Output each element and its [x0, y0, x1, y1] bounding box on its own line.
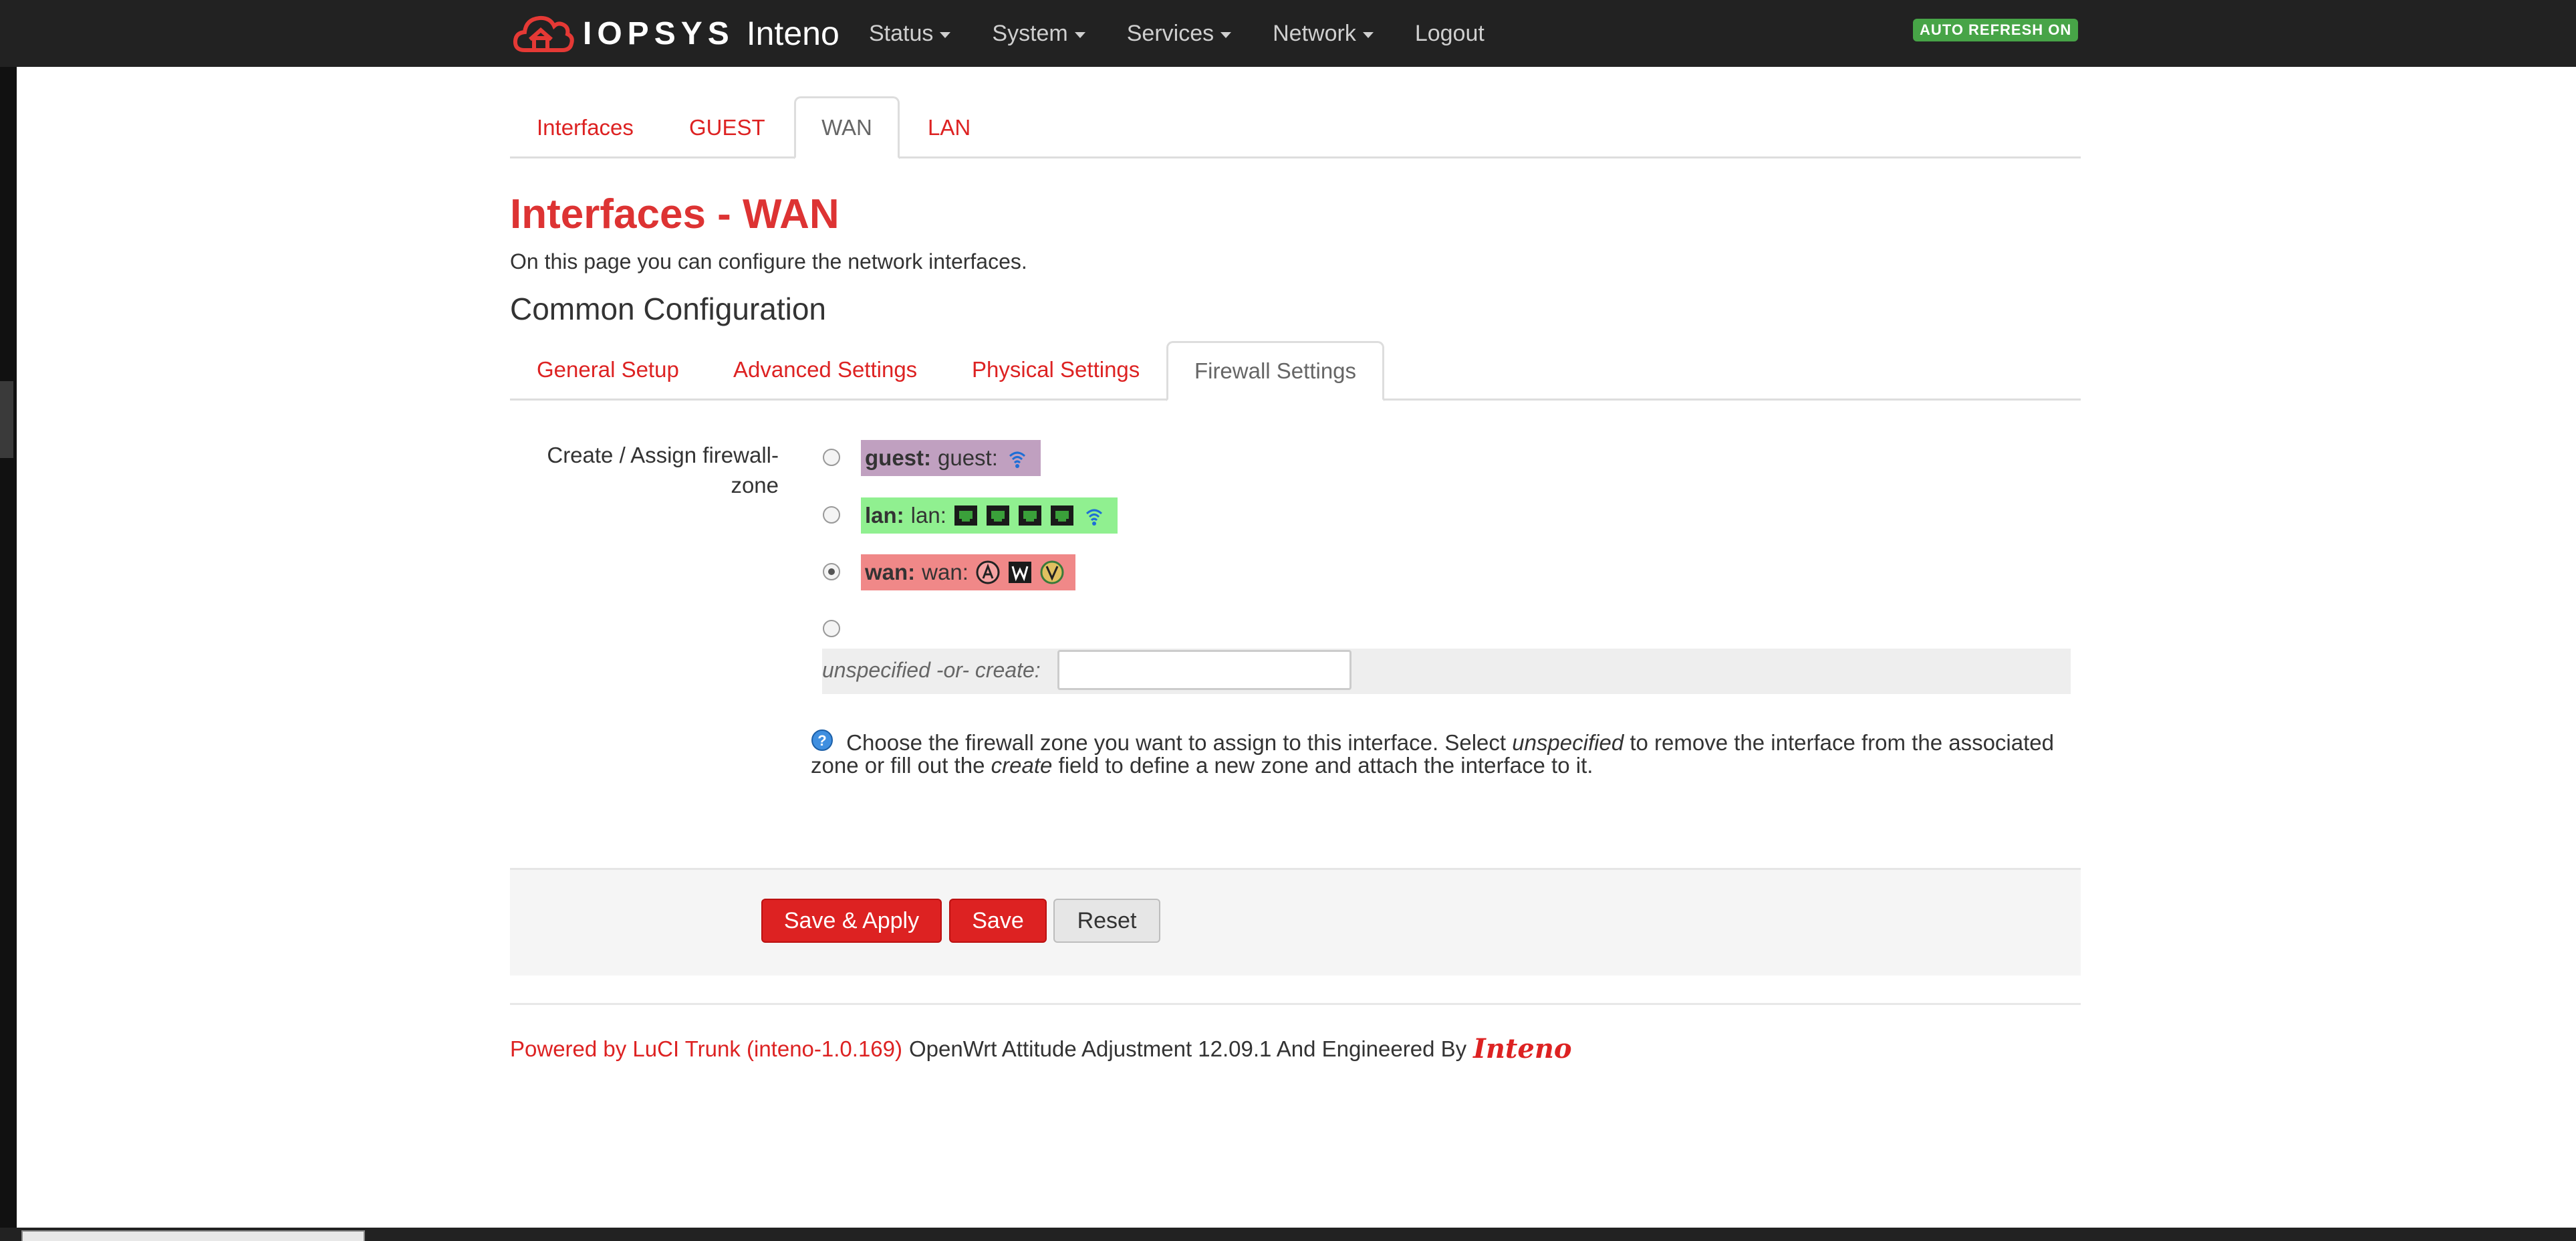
- svg-text:?: ?: [817, 732, 826, 749]
- tab-physical-settings[interactable]: Physical Settings: [972, 357, 1140, 382]
- top-navbar: IOPSYS Inteno Status System Services Net…: [0, 0, 2576, 67]
- help-text-em: unspecified: [1512, 730, 1624, 755]
- zone-name: guest:: [865, 445, 931, 470]
- tab-advanced-settings[interactable]: Advanced Settings: [733, 357, 917, 382]
- ethernet-port-icon: [954, 505, 977, 526]
- page-description: On this page you can configure the netwo…: [510, 249, 1027, 273]
- zone-radio-guest[interactable]: [823, 449, 840, 466]
- adsl-icon: [976, 560, 1000, 584]
- save-button[interactable]: Save: [949, 899, 1047, 943]
- luci-link[interactable]: Powered by LuCI Trunk (inteno-1.0.169): [510, 1036, 902, 1062]
- zone-name: wan:: [865, 560, 916, 584]
- reset-button[interactable]: Reset: [1053, 899, 1160, 943]
- help-text-em: create: [991, 753, 1053, 778]
- nav-status[interactable]: Status: [869, 20, 951, 47]
- window-bottom-bar: [0, 1228, 2576, 1241]
- wan-ethernet-icon: [1008, 562, 1031, 583]
- tab-guest[interactable]: GUEST: [689, 115, 765, 140]
- window-left-edge: [0, 0, 17, 1241]
- auto-refresh-badge[interactable]: AUTO REFRESH ON: [1913, 19, 2079, 41]
- brand[interactable]: IOPSYS Inteno: [511, 7, 840, 60]
- help-text: ? Choose the firewall zone you want to a…: [811, 729, 2067, 777]
- config-tabs: General Setup Advanced Settings Physical…: [510, 341, 2081, 401]
- brand-logo-text: IOPSYS: [583, 15, 735, 51]
- section-title: Common Configuration: [510, 292, 827, 326]
- resize-handle[interactable]: [0, 381, 13, 458]
- nav-services[interactable]: Services: [1126, 20, 1232, 47]
- footer-divider: [510, 1003, 2081, 1005]
- ethernet-port-icon: [1018, 505, 1041, 526]
- help-text-part: field to define a new zone and attach th…: [1052, 753, 1593, 778]
- cloud-logo-icon: [513, 15, 574, 52]
- wifi-icon: [1009, 451, 1025, 468]
- create-zone-input[interactable]: [1057, 650, 1351, 690]
- zone-option-lan[interactable]: lan: lan:: [861, 497, 1118, 534]
- nav-logout[interactable]: Logout: [1415, 21, 1485, 47]
- nav-status-label: Status: [869, 20, 934, 46]
- tab-lan[interactable]: LAN: [928, 115, 971, 140]
- form-actions: Save & Apply Save Reset: [510, 868, 2081, 976]
- firewall-zone-label: Create / Assign firewall-zone: [547, 443, 779, 497]
- vdsl-icon: [1040, 560, 1064, 584]
- ethernet-port-icon: [1050, 505, 1073, 526]
- brand-product: Inteno: [746, 15, 840, 52]
- tab-wan[interactable]: WAN: [794, 96, 900, 159]
- wifi-icon: [1085, 509, 1102, 526]
- horizontal-scrollbar[interactable]: [21, 1230, 365, 1241]
- caret-down-icon: [1074, 31, 1085, 38]
- zone-option-wan[interactable]: wan: wan:: [861, 554, 1075, 590]
- tab-general-setup[interactable]: General Setup: [537, 357, 679, 382]
- ethernet-port-icon: [986, 505, 1009, 526]
- zone-name: lan:: [865, 503, 904, 528]
- tab-firewall-settings[interactable]: Firewall Settings: [1166, 341, 1384, 401]
- nav-network-label: Network: [1273, 20, 1356, 46]
- nav-services-label: Services: [1126, 20, 1214, 46]
- caret-down-icon: [940, 31, 951, 38]
- nav-system-label: System: [992, 20, 1068, 46]
- tab-interfaces[interactable]: Interfaces: [537, 115, 634, 140]
- zone-network: guest:: [938, 445, 998, 470]
- nav-network[interactable]: Network: [1273, 21, 1374, 47]
- zone-network: lan:: [910, 503, 946, 528]
- page-title: Interfaces - WAN: [510, 191, 840, 237]
- caret-down-icon: [1362, 31, 1374, 38]
- zone-radio-wan[interactable]: [823, 563, 840, 580]
- caret-down-icon: [1220, 31, 1232, 38]
- help-icon: ?: [811, 729, 833, 751]
- footer: Powered by LuCI Trunk (inteno-1.0.169) O…: [510, 1033, 1572, 1064]
- zone-option-guest[interactable]: guest: guest:: [861, 440, 1041, 476]
- zone-network: wan:: [922, 560, 969, 584]
- help-text-part: Choose the firewall zone you want to ass…: [846, 730, 1513, 755]
- create-zone-row: unspecified -or- create:: [822, 649, 2071, 694]
- create-zone-label: unspecified -or- create:: [822, 658, 1041, 682]
- zone-radio-lan[interactable]: [823, 506, 840, 524]
- zone-radio-unspecified[interactable]: [823, 620, 840, 637]
- footer-text: OpenWrt Attitude Adjustment 12.09.1 And …: [909, 1036, 1467, 1061]
- save-apply-button[interactable]: Save & Apply: [761, 899, 942, 943]
- nav-system[interactable]: System: [992, 21, 1085, 47]
- main-menu: Status System Services Network Logout: [869, 0, 1526, 67]
- nav-logout-label: Logout: [1414, 20, 1485, 46]
- footer-logo: Inteno: [1473, 1033, 1572, 1064]
- interface-tabs: Interfaces GUEST WAN LAN: [510, 96, 2081, 159]
